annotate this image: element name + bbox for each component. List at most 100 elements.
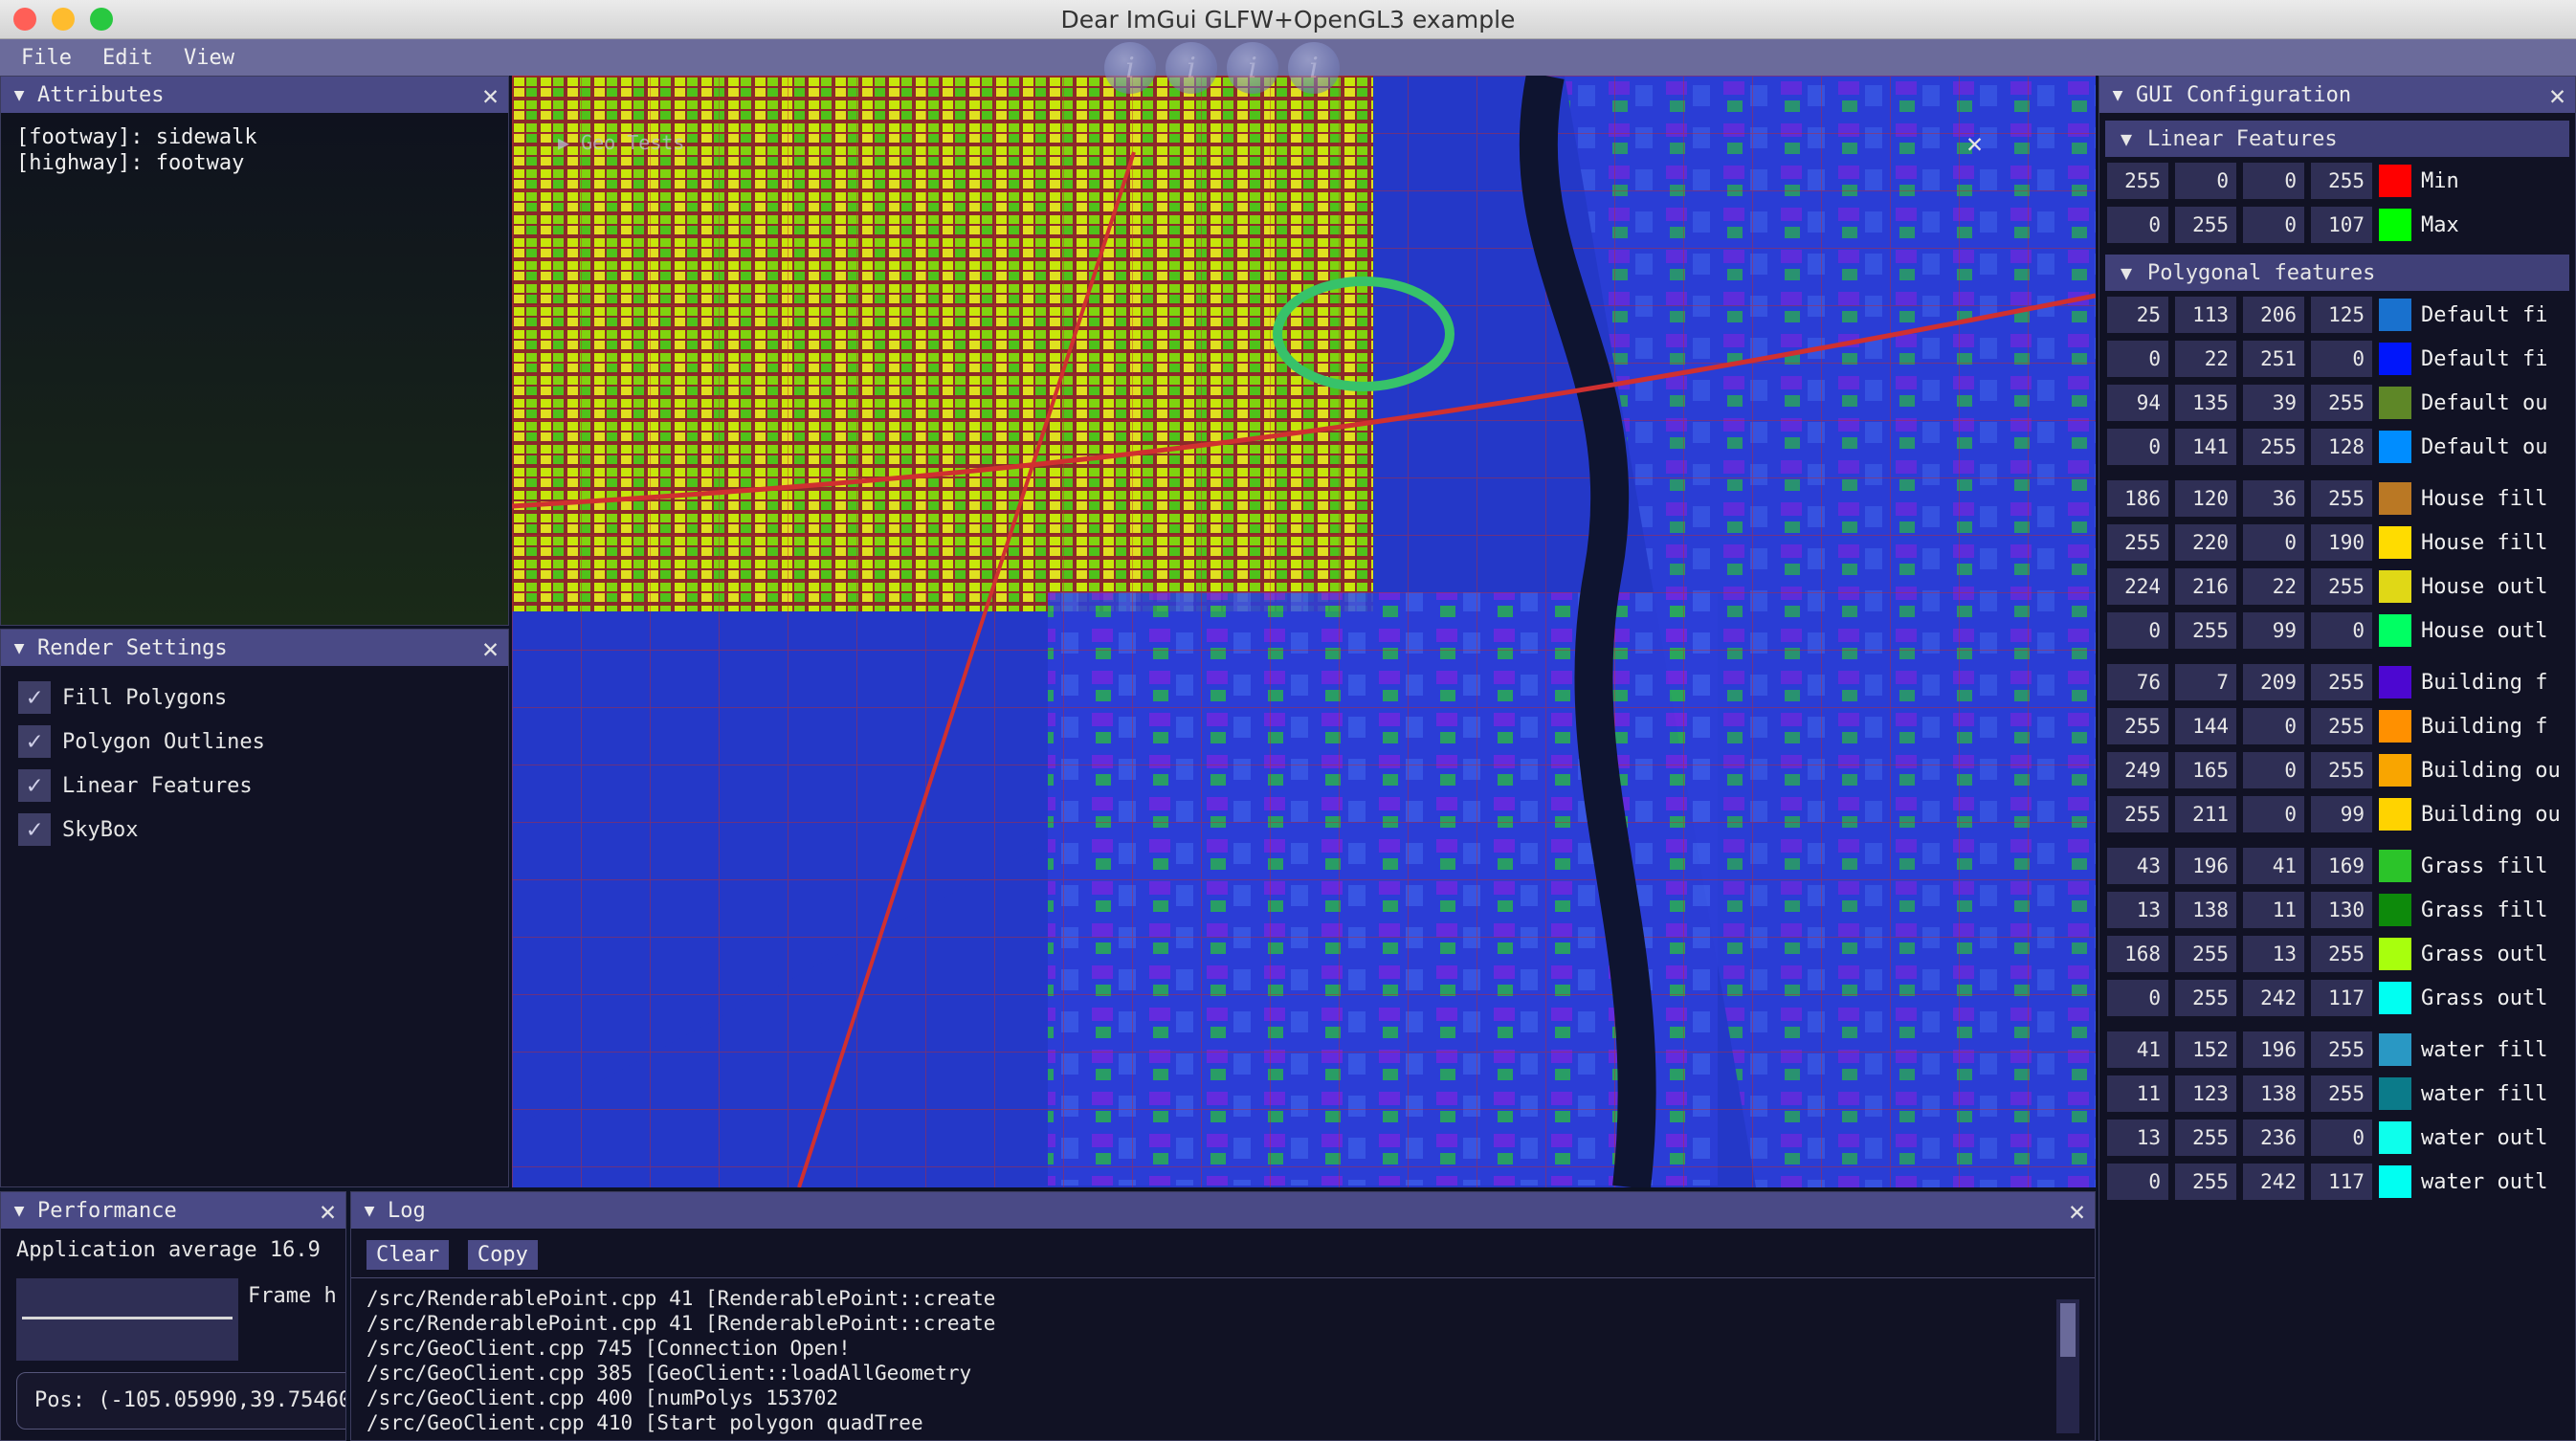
linear-features-checkbox[interactable]: ✓ Linear Features (1, 764, 508, 808)
color-channel-b-field[interactable]: 0 (2243, 524, 2304, 561)
collapse-triangle-icon[interactable]: ▼ (1, 1201, 37, 1221)
close-icon[interactable]: ✕ (2069, 1195, 2085, 1227)
color-channel-b-field[interactable]: 11 (2243, 892, 2304, 928)
color-swatch[interactable] (2379, 710, 2411, 743)
color-channel-b-field[interactable]: 251 (2243, 341, 2304, 377)
log-header[interactable]: ▼ Log ✕ (351, 1192, 2095, 1229)
color-channel-g-field[interactable]: 255 (2175, 207, 2236, 243)
color-channel-b-field[interactable]: 209 (2243, 664, 2304, 700)
color-channel-g-field[interactable]: 255 (2175, 1120, 2236, 1156)
color-channel-b-field[interactable]: 242 (2243, 1164, 2304, 1200)
color-channel-g-field[interactable]: 165 (2175, 752, 2236, 788)
color-channel-g-field[interactable]: 120 (2175, 480, 2236, 517)
color-channel-g-field[interactable]: 211 (2175, 796, 2236, 832)
color-swatch[interactable] (2379, 165, 2411, 197)
color-channel-g-field[interactable]: 216 (2175, 568, 2236, 605)
color-channel-b-field[interactable]: 41 (2243, 848, 2304, 884)
close-icon[interactable]: ✕ (482, 79, 499, 111)
color-swatch[interactable] (2379, 299, 2411, 331)
color-channel-g-field[interactable]: 22 (2175, 341, 2236, 377)
color-swatch[interactable] (2379, 666, 2411, 698)
check-icon[interactable]: ✓ (18, 769, 51, 802)
color-channel-r-field[interactable]: 11 (2107, 1075, 2168, 1112)
map-viewport[interactable]: ▶ Geo Tests ✕ (512, 76, 2096, 1187)
polygon-outlines-checkbox[interactable]: ✓ Polygon Outlines (1, 720, 508, 764)
color-channel-b-field[interactable]: 0 (2243, 796, 2304, 832)
section-header[interactable]: ▼ Linear Features (2105, 121, 2569, 157)
performance-header[interactable]: ▼ Performance ✕ (1, 1192, 345, 1229)
color-channel-r-field[interactable]: 0 (2107, 612, 2168, 649)
color-channel-g-field[interactable]: 7 (2175, 664, 2236, 700)
color-channel-r-field[interactable]: 0 (2107, 429, 2168, 465)
color-channel-g-field[interactable]: 255 (2175, 936, 2236, 972)
attributes-header[interactable]: ▼ Attributes ✕ (1, 77, 508, 113)
color-channel-r-field[interactable]: 0 (2107, 1164, 2168, 1200)
color-channel-b-field[interactable]: 138 (2243, 1075, 2304, 1112)
collapse-triangle-icon[interactable]: ▼ (1, 638, 37, 658)
color-channel-r-field[interactable]: 13 (2107, 1120, 2168, 1156)
color-channel-b-field[interactable]: 36 (2243, 480, 2304, 517)
color-channel-g-field[interactable]: 113 (2175, 297, 2236, 333)
check-icon[interactable]: ✓ (18, 813, 51, 846)
color-swatch[interactable] (2379, 614, 2411, 647)
color-channel-r-field[interactable]: 255 (2107, 524, 2168, 561)
color-channel-b-field[interactable]: 13 (2243, 936, 2304, 972)
close-icon[interactable]: ✕ (2549, 79, 2565, 111)
info-orb-icon[interactable]: i (1166, 42, 1217, 94)
color-channel-a-field[interactable]: 255 (2311, 163, 2372, 199)
color-channel-a-field[interactable]: 255 (2311, 568, 2372, 605)
color-swatch[interactable] (2379, 1033, 2411, 1066)
check-icon[interactable]: ✓ (18, 681, 51, 714)
color-channel-b-field[interactable]: 236 (2243, 1120, 2304, 1156)
color-channel-a-field[interactable]: 0 (2311, 341, 2372, 377)
color-channel-g-field[interactable]: 144 (2175, 708, 2236, 744)
color-channel-r-field[interactable]: 41 (2107, 1031, 2168, 1068)
color-channel-a-field[interactable]: 255 (2311, 480, 2372, 517)
color-channel-b-field[interactable]: 242 (2243, 980, 2304, 1016)
color-channel-r-field[interactable]: 0 (2107, 341, 2168, 377)
color-channel-b-field[interactable]: 196 (2243, 1031, 2304, 1068)
color-channel-a-field[interactable]: 169 (2311, 848, 2372, 884)
color-swatch[interactable] (2379, 982, 2411, 1014)
color-channel-b-field[interactable]: 0 (2243, 163, 2304, 199)
color-channel-a-field[interactable]: 107 (2311, 207, 2372, 243)
copy-button[interactable]: Copy (467, 1240, 538, 1270)
color-channel-g-field[interactable]: 196 (2175, 848, 2236, 884)
render-settings-header[interactable]: ▼ Render Settings ✕ (1, 630, 508, 666)
color-channel-r-field[interactable]: 186 (2107, 480, 2168, 517)
color-channel-r-field[interactable]: 43 (2107, 848, 2168, 884)
color-channel-g-field[interactable]: 141 (2175, 429, 2236, 465)
color-channel-g-field[interactable]: 138 (2175, 892, 2236, 928)
geo-tests-header[interactable]: ▶ Geo Tests (558, 131, 684, 154)
clear-button[interactable]: Clear (366, 1240, 450, 1270)
menu-edit[interactable]: Edit (102, 46, 153, 70)
color-channel-g-field[interactable]: 123 (2175, 1075, 2236, 1112)
color-swatch[interactable] (2379, 938, 2411, 970)
color-channel-a-field[interactable]: 255 (2311, 1075, 2372, 1112)
color-swatch[interactable] (2379, 570, 2411, 603)
close-icon[interactable]: ✕ (482, 632, 499, 664)
color-channel-b-field[interactable]: 99 (2243, 612, 2304, 649)
check-icon[interactable]: ✓ (18, 725, 51, 758)
color-channel-b-field[interactable]: 0 (2243, 752, 2304, 788)
color-channel-b-field[interactable]: 22 (2243, 568, 2304, 605)
collapse-triangle-icon[interactable]: ▼ (351, 1201, 388, 1221)
color-swatch[interactable] (2379, 209, 2411, 241)
color-channel-a-field[interactable]: 125 (2311, 297, 2372, 333)
gui-configuration-header[interactable]: ▼ GUI Configuration ✕ (2099, 77, 2575, 113)
color-channel-a-field[interactable]: 255 (2311, 936, 2372, 972)
info-orb-icon[interactable]: i (1227, 42, 1278, 94)
color-channel-a-field[interactable]: 0 (2311, 1120, 2372, 1156)
color-channel-a-field[interactable]: 99 (2311, 796, 2372, 832)
menu-view[interactable]: View (184, 46, 234, 70)
fill-polygons-checkbox[interactable]: ✓ Fill Polygons (1, 676, 508, 720)
color-channel-r-field[interactable]: 76 (2107, 664, 2168, 700)
color-channel-g-field[interactable]: 255 (2175, 1164, 2236, 1200)
color-channel-g-field[interactable]: 135 (2175, 385, 2236, 421)
color-channel-a-field[interactable]: 128 (2311, 429, 2372, 465)
color-channel-a-field[interactable]: 255 (2311, 664, 2372, 700)
color-swatch[interactable] (2379, 343, 2411, 375)
color-channel-g-field[interactable]: 255 (2175, 980, 2236, 1016)
collapse-triangle-icon[interactable]: ▼ (2105, 261, 2147, 284)
log-scrollbar[interactable] (2056, 1299, 2079, 1433)
